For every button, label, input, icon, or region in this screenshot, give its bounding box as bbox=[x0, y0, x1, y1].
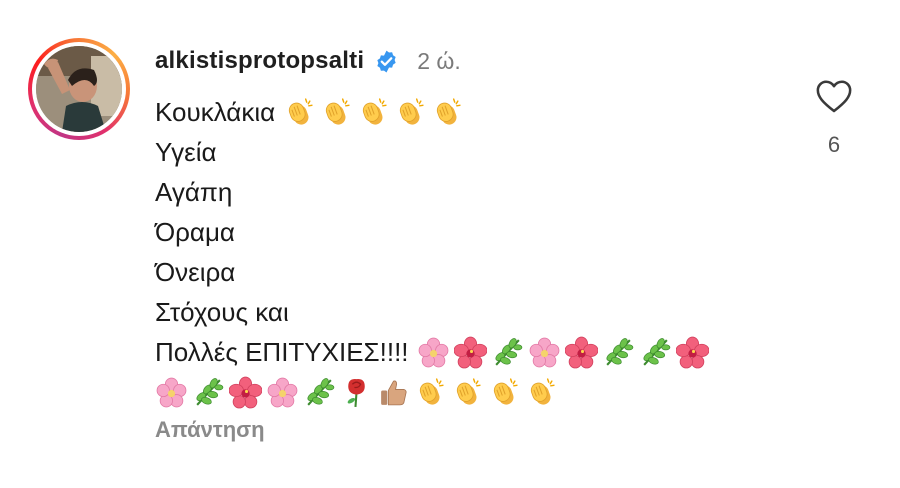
avatar-photo bbox=[36, 46, 122, 132]
clap-emoji-icon bbox=[283, 96, 316, 129]
clap-emoji-icon bbox=[414, 376, 447, 409]
clap-emoji-icon bbox=[394, 96, 427, 129]
comment-timestamp: 2 ώ. bbox=[417, 47, 461, 74]
comment-line: Υγεία bbox=[155, 132, 713, 172]
like-count: 6 bbox=[827, 132, 841, 157]
clap-emoji-icon bbox=[488, 376, 521, 409]
comment-line-text: Στόχους και bbox=[155, 297, 289, 327]
cherry-blossom-emoji-icon bbox=[155, 376, 188, 409]
comment-line-text: Κουκλάκια bbox=[155, 97, 276, 127]
herb-emoji-icon bbox=[491, 336, 524, 369]
avatar-story-ring[interactable] bbox=[28, 38, 130, 140]
comment-line: Πολλές ΕΠΙΤΥΧΙΕΣ!!!! bbox=[155, 332, 713, 372]
comment-line: Όραμα bbox=[155, 212, 713, 252]
clap-emoji-icon bbox=[451, 376, 484, 409]
herb-emoji-icon bbox=[602, 336, 635, 369]
clap-emoji-icon bbox=[320, 96, 353, 129]
comment-line: Κουκλάκια bbox=[155, 92, 713, 132]
clap-emoji-icon bbox=[431, 96, 464, 129]
herb-emoji-icon bbox=[639, 336, 672, 369]
avatar[interactable] bbox=[36, 46, 122, 132]
comment-text: Κουκλάκια Υγεία Αγάπη Όραμα Όνειρα Στόχους κα… bbox=[155, 92, 713, 412]
herb-emoji-icon bbox=[303, 376, 336, 409]
comment-line: Αγάπη bbox=[155, 172, 713, 212]
comment-line bbox=[155, 372, 713, 412]
comment-line: Όνειρα bbox=[155, 252, 713, 292]
comment-line-text: Υγεία bbox=[155, 137, 217, 167]
hibiscus-emoji-icon bbox=[564, 336, 598, 369]
herb-emoji-icon bbox=[192, 376, 225, 409]
comment-line-text: Πολλές ΕΠΙΤΥΧΙΕΣ!!!! bbox=[155, 337, 409, 367]
comment: alkistisprotopsalti 2 ώ. Κουκλάκια Υγεία Α… bbox=[0, 0, 900, 488]
username[interactable]: alkistisprotopsalti bbox=[155, 47, 364, 75]
thumbs-up-emoji-icon bbox=[377, 376, 410, 409]
hibiscus-emoji-icon bbox=[228, 376, 263, 409]
heart-outline-icon[interactable] bbox=[815, 78, 853, 114]
cherry-blossom-emoji-icon bbox=[266, 376, 299, 409]
verified-badge-icon bbox=[377, 50, 396, 72]
comment-line-text: Όνειρα bbox=[155, 257, 236, 287]
comment-line-text: Όραμα bbox=[155, 217, 235, 247]
clap-emoji-icon bbox=[525, 376, 558, 409]
rose-emoji-icon bbox=[340, 376, 373, 409]
comment-line-text: Αγάπη bbox=[155, 177, 233, 207]
cherry-blossom-emoji-icon bbox=[417, 336, 450, 369]
hibiscus-emoji-icon bbox=[453, 336, 487, 369]
hibiscus-emoji-icon bbox=[675, 336, 709, 369]
comment-header: alkistisprotopsalti 2 ώ. bbox=[155, 46, 461, 76]
clap-emoji-icon bbox=[357, 96, 390, 129]
reply-button[interactable]: Απάντηση bbox=[155, 417, 265, 443]
cherry-blossom-emoji-icon bbox=[528, 336, 561, 369]
comment-line: Στόχους και bbox=[155, 292, 713, 332]
